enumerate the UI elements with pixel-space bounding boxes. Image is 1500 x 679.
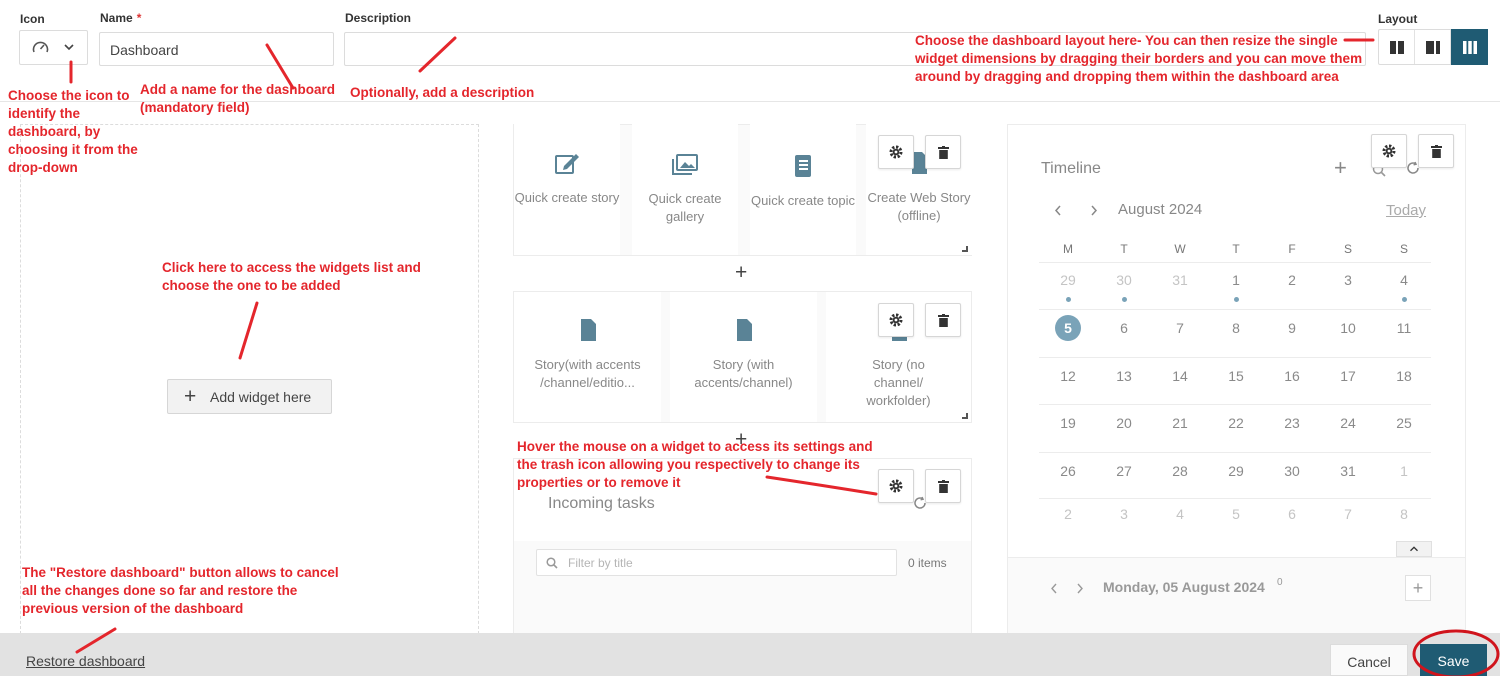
annotation-hover: Hover the mouse on a widget to access it… [517,439,873,490]
annotation-name: Add a name for the dashboard (mandatory … [140,82,336,115]
annotation-restore: The "Restore dashboard" button allows to… [22,565,339,616]
annotation-icon: Choose the icon to identify the dashboar… [8,88,138,175]
annotation-widgets: Click here to access the widgets list an… [162,260,421,293]
annotation-description: Optionally, add a description [350,85,535,100]
annotation-layout: Choose the dashboard layout here- You ca… [915,33,1363,84]
